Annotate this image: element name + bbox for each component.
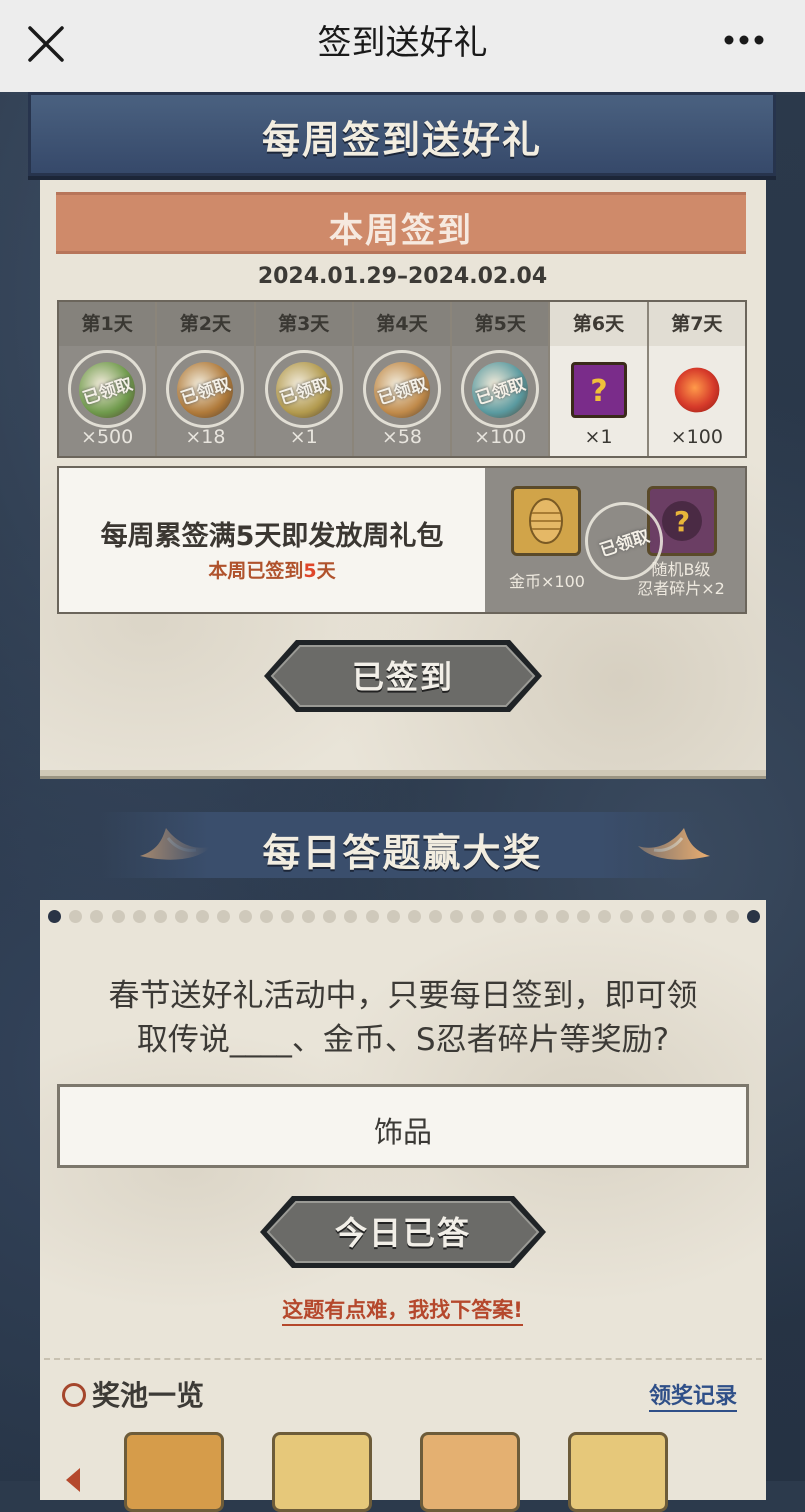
weekly-rewards: ? 已领取 金币×100 随机B级 忍者碎片×2 [485,468,745,612]
day-label: 第7天 [648,302,745,346]
quiz-question: 春节送好礼活动中，只要每日签到，即可领 取传说____、金币、S忍者碎片等奖励? [108,978,698,1058]
day-label: 第5天 [452,302,549,346]
days-grid: 第1天 已领取 ×500 第2天 已领取 ×18 第3天 已领取 ×1 第4天 已领取 ×58 第5天已… [57,300,747,458]
pool-item[interactable] [420,1432,520,1512]
day-cell-3[interactable]: 第3天 已领取 ×1 [255,302,354,456]
checked-in-label: 已签到 [351,658,454,696]
answered-today-button[interactable]: 今日已答 [258,1192,548,1272]
day-cell-4[interactable]: 第4天 已领取 ×58 [353,302,453,456]
weekly-info: 每周累签满5天即发放周礼包 本周已签到5天 [59,468,485,612]
day-quantity: ×1 [584,426,613,448]
gift1-label: 金币×100 [509,572,585,591]
title-bar: 签到送好礼 [0,0,805,92]
day-quantity: ×100 [670,426,723,448]
day-reward-icon: ? [570,362,627,418]
day-label: 第2天 [157,302,254,346]
day-quantity: ×1 [289,426,318,448]
reward-record-link[interactable]: 领奖记录 [648,1378,737,1412]
day-reward-icon [674,367,720,413]
day-quantity: ×100 [474,426,527,448]
day-quantity: ×500 [81,426,134,448]
day-label: 第6天 [550,302,647,346]
day-quantity: ×18 [185,426,226,448]
answer-text: 饰品 [373,1115,432,1149]
pool-item[interactable] [568,1432,668,1512]
checkin-banner: 每周签到送好礼 [28,92,776,176]
pool-item[interactable] [124,1432,224,1512]
quiz-banner-title: 每日答题赢大奖 [262,831,543,875]
day-cell-2[interactable]: 第2天 已领取 ×18 [157,302,256,456]
claimed-stamp: 已领取 [362,350,441,428]
pool-icon [62,1383,86,1407]
day-cell-1[interactable]: 第1天 已领取 ×500 [59,302,158,456]
week-header: 本周签到 [56,192,746,254]
day-cell-6[interactable]: 第6天? ×1 [550,302,649,456]
claimed-stamp: 已领取 [68,350,147,428]
day-cell-7[interactable]: 第7天 ×100 [648,302,745,456]
answered-today-label: 今日已答 [334,1214,471,1252]
divider [44,1358,762,1360]
week-title: 本周签到 [329,211,473,251]
day-label: 第1天 [59,302,156,346]
find-answer-link[interactable]: 这题有点难，我找下答案! [0,1294,805,1326]
day-label: 第3天 [255,302,352,346]
notebook-holes [48,910,760,926]
checked-in-button[interactable]: 已签到 [262,636,544,716]
day-label: 第4天 [353,302,451,346]
prev-arrow-icon[interactable] [66,1468,80,1492]
quiz-banner: 每日答题赢大奖 [100,812,705,878]
claimed-stamp: 已领取 [461,350,540,428]
claimed-stamp: 已领取 [264,350,343,428]
date-range: 2024.01.29–2024.02.04 [257,264,548,289]
claimed-stamp: 已领取 [166,350,245,428]
day-quantity: ×58 [381,426,423,448]
prize-pool-title: 奖池一览 [62,1374,204,1414]
weekly-gift-box: 每周累签满5天即发放周礼包 本周已签到5天 ? 已领取 金币×100 随机B级忍… [57,466,747,614]
page-title: 签到送好礼 [317,23,488,63]
answer-option[interactable]: 饰品 [57,1084,749,1168]
gold-coin-reward-icon [511,486,581,556]
checkin-banner-title: 每周签到送好礼 [261,118,542,162]
weekly-rule-text: 每周累签满5天即发放周礼包 [100,521,444,552]
svg-text:?: ? [590,374,607,409]
svg-text:?: ? [674,505,690,538]
weekly-progress-text: 本周已签到5天 [208,560,336,582]
day-cell-5[interactable]: 第5天 已领取 ×100 [452,302,551,456]
pool-item[interactable] [272,1432,372,1512]
more-icon[interactable] [723,34,765,46]
gift2-label: 随机B级 忍者碎片×2 [637,560,725,598]
